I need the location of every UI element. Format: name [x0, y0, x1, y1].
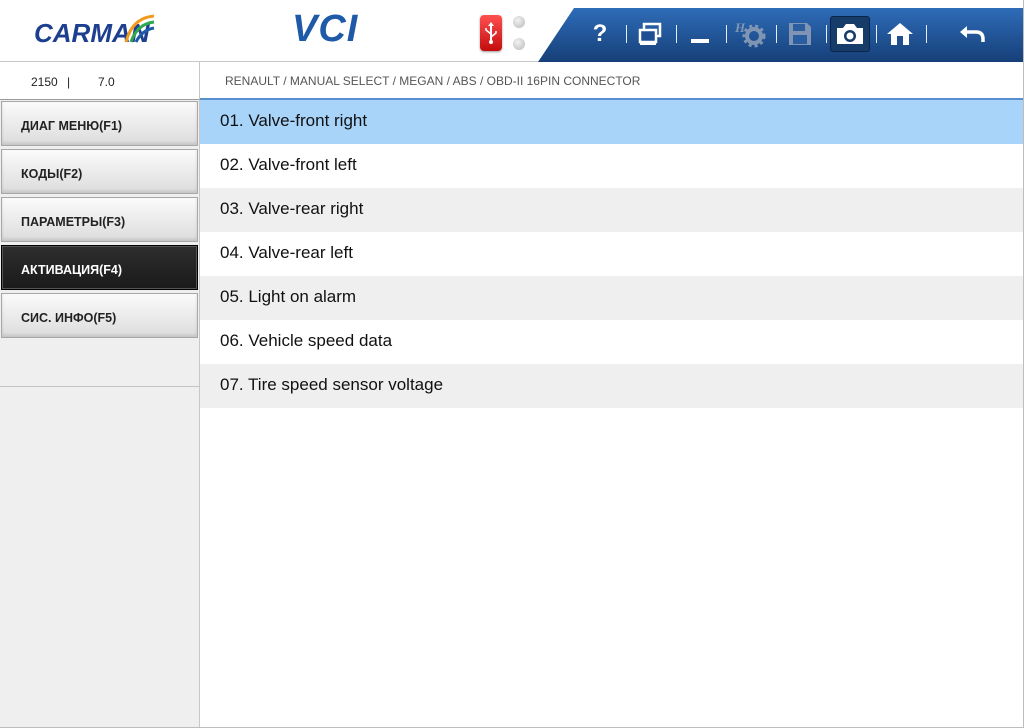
save-icon — [789, 23, 811, 45]
save-button[interactable] — [780, 16, 820, 52]
home-button[interactable] — [880, 16, 920, 52]
toolbar-separator — [776, 25, 777, 43]
list-item[interactable]: 02. Valve-front left — [200, 144, 1023, 188]
logo-swoosh-icon — [124, 14, 155, 43]
product-title: VCI — [292, 8, 359, 50]
minimize-button[interactable] — [680, 16, 720, 52]
status-led-2 — [513, 38, 525, 50]
list-item[interactable]: 03. Valve-rear right — [200, 188, 1023, 232]
screenshot-button[interactable] — [830, 16, 870, 52]
sidebar-item-system-info[interactable]: СИС. ИНФО(F5) — [1, 293, 198, 338]
list-item[interactable]: 07. Tire speed sensor voltage — [200, 364, 1023, 408]
usb-connection-icon — [480, 15, 502, 51]
h-settings-button[interactable]: H — [730, 16, 770, 52]
sidebar-divider — [0, 386, 199, 387]
version-code: 2150 — [31, 75, 58, 89]
camera-icon — [837, 24, 863, 44]
carman-logo: CARMAN — [34, 14, 158, 48]
h-settings-icon: H — [734, 20, 766, 48]
toolbar: ? H — [538, 8, 1024, 62]
sidebar-item-parameters[interactable]: ПАРАМЕТРЫ(F3) — [1, 197, 198, 242]
list-item[interactable]: 05. Light on alarm — [200, 276, 1023, 320]
back-button[interactable] — [952, 16, 992, 52]
list-item[interactable]: 01. Valve-front right — [200, 100, 1023, 144]
sidebar-item-diag-menu[interactable]: ДИАГ МЕНЮ(F1) — [1, 101, 198, 146]
toolbar-separator — [826, 25, 827, 43]
version-number: 7.0 — [98, 75, 115, 89]
toolbar-separator — [876, 25, 877, 43]
home-icon — [887, 23, 913, 45]
svg-text:H: H — [734, 20, 746, 35]
window-restore-button[interactable] — [630, 16, 670, 52]
app-header: CARMAN VCI ? H — [0, 0, 1024, 62]
back-icon — [960, 26, 985, 42]
toolbar-separator — [626, 25, 627, 43]
activation-list: 01. Valve-front right 02. Valve-front le… — [200, 100, 1023, 728]
window-restore-icon — [638, 22, 662, 45]
list-item[interactable]: 06. Vehicle speed data — [200, 320, 1023, 364]
toolbar-separator — [926, 25, 927, 43]
minimize-icon — [691, 39, 709, 43]
help-button[interactable]: ? — [580, 16, 620, 52]
version-info: 2150 | 7.0 — [0, 62, 200, 100]
status-led-1 — [513, 16, 525, 28]
list-item[interactable]: 04. Valve-rear left — [200, 232, 1023, 276]
breadcrumb: RENAULT / MANUAL SELECT / MEGAN / ABS / … — [200, 62, 1024, 100]
sidebar-item-codes[interactable]: КОДЫ(F2) — [1, 149, 198, 194]
version-separator: | — [67, 75, 71, 89]
toolbar-separator — [726, 25, 727, 43]
toolbar-separator — [676, 25, 677, 43]
sidebar: ДИАГ МЕНЮ(F1) КОДЫ(F2) ПАРАМЕТРЫ(F3) АКТ… — [0, 100, 200, 728]
help-icon: ? — [592, 20, 608, 47]
sidebar-item-activation[interactable]: АКТИВАЦИЯ(F4) — [1, 245, 198, 290]
